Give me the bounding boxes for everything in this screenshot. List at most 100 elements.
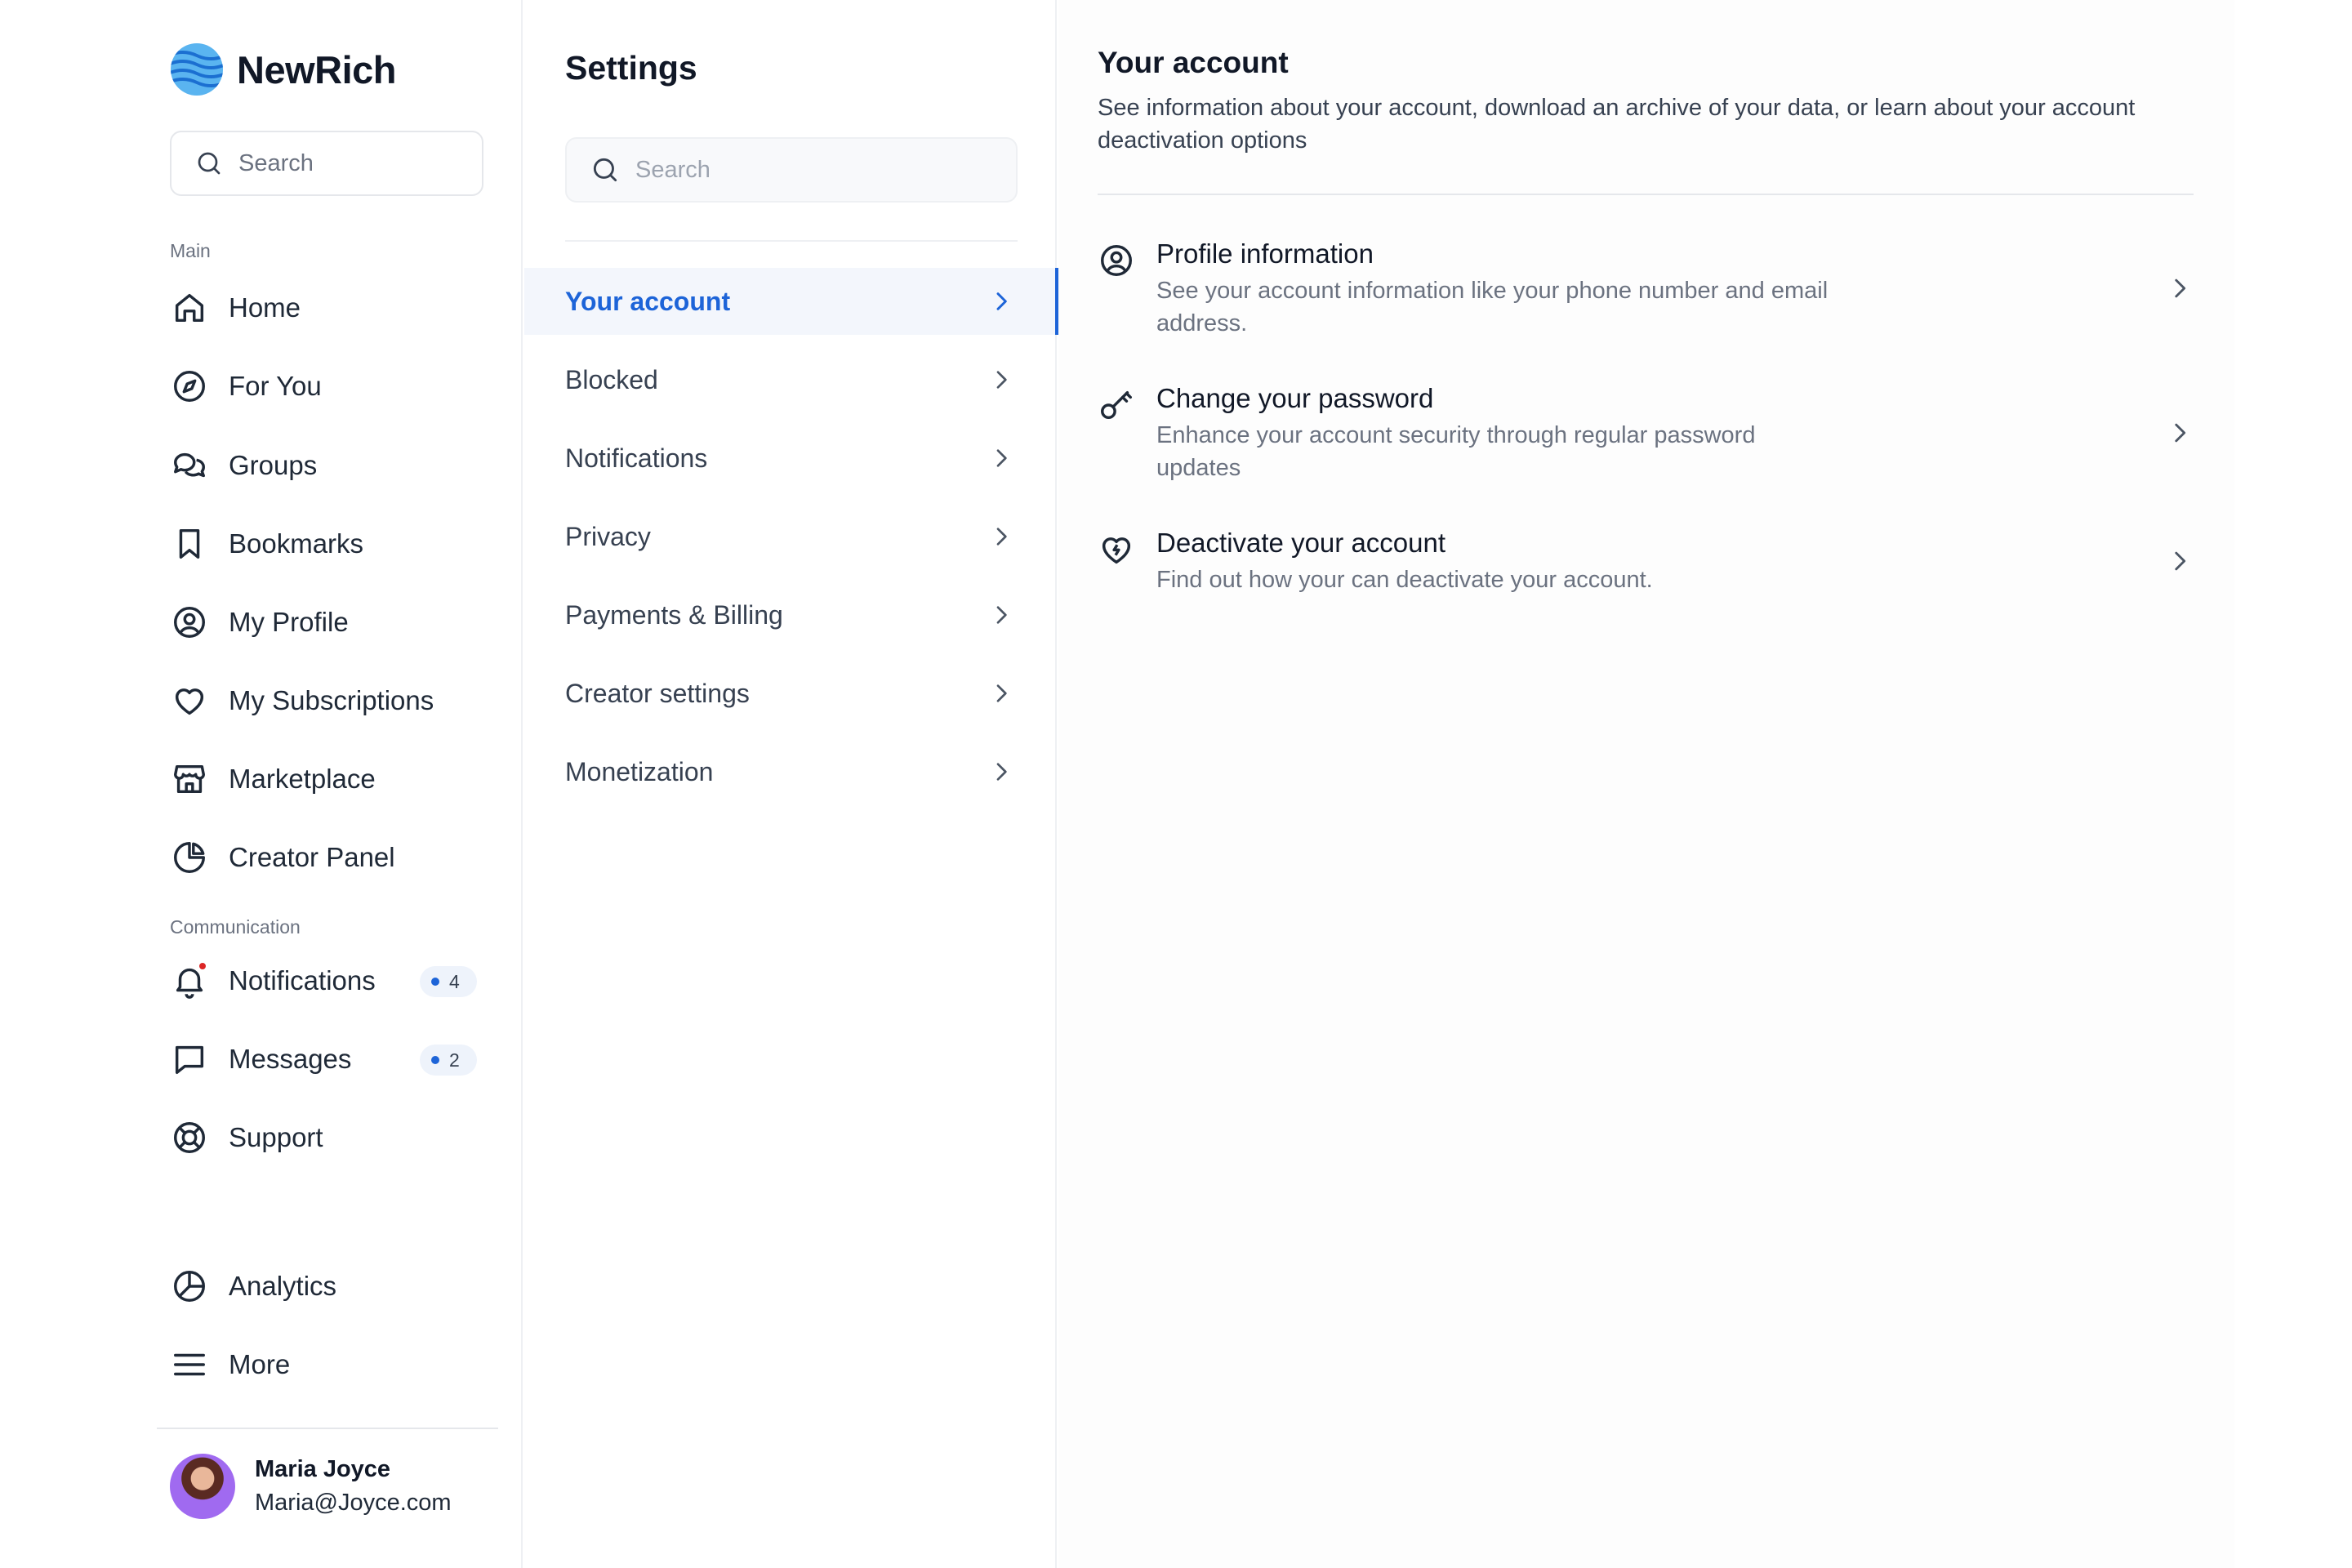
chevron-right-icon <box>996 763 1007 781</box>
section-title: Your account <box>1098 46 1289 79</box>
user-profile-card[interactable]: Maria Joyce Maria@Joyce.com <box>170 1454 452 1519</box>
sidebar-item-label: My Profile <box>229 607 349 637</box>
section-label-main: Main <box>170 240 211 261</box>
notifications-count-badge: 4 <box>420 966 477 997</box>
broken-heart-icon <box>1098 531 1137 570</box>
menu-icon <box>170 1345 209 1384</box>
section-description: See information about your account, down… <box>1098 95 2136 154</box>
sidebar-item-label: Analytics <box>229 1271 337 1301</box>
app-window: NewRich Main Home For You Groups <box>0 0 2352 1568</box>
sidebar-search[interactable] <box>170 131 483 196</box>
sidebar-divider <box>157 1428 498 1429</box>
settings-item-payments-billing[interactable]: Payments & Billing <box>524 581 1057 648</box>
account-row-deactivate-account[interactable]: Deactivate your account Find out how you… <box>1098 528 2194 596</box>
sidebar-item-label: Support <box>229 1122 323 1152</box>
sidebar-item-label: My Subscriptions <box>229 685 434 715</box>
sidebar-item-groups[interactable]: Groups <box>170 439 483 492</box>
sidebar-item-my-profile[interactable]: My Profile <box>170 595 483 649</box>
home-icon <box>170 288 209 327</box>
settings-item-creator-settings[interactable]: Creator settings <box>524 660 1057 727</box>
brand[interactable]: NewRich <box>170 42 397 96</box>
sidebar-item-for-you[interactable]: For You <box>170 359 483 413</box>
settings-search-input[interactable] <box>635 156 995 184</box>
bookmark-icon <box>170 524 209 564</box>
settings-item-label: Monetization <box>565 756 714 786</box>
sidebar-search-input[interactable] <box>238 149 483 177</box>
page-title: Settings <box>565 49 697 87</box>
heart-icon <box>170 681 209 720</box>
sidebar-item-notifications[interactable]: Notifications 4 <box>170 954 483 1008</box>
settings-item-label: Blocked <box>565 364 658 394</box>
analytics-icon <box>170 1267 209 1306</box>
account-row-change-password[interactable]: Change your password Enhance your accoun… <box>1098 383 2194 481</box>
sidebar-item-label: For You <box>229 371 322 401</box>
sidebar-item-label: Notifications <box>229 965 376 996</box>
chevron-right-icon <box>2175 423 2186 443</box>
brand-logo-icon <box>171 43 223 96</box>
sidebar-item-more[interactable]: More <box>170 1338 483 1392</box>
compass-icon <box>170 367 209 406</box>
pie-chart-icon <box>170 838 209 877</box>
settings-item-blocked[interactable]: Blocked <box>524 346 1057 413</box>
chevron-right-icon <box>996 684 1007 702</box>
sidebar-item-home[interactable]: Home <box>170 281 483 335</box>
messages-count-badge: 2 <box>420 1045 477 1076</box>
settings-item-privacy[interactable]: Privacy <box>524 503 1057 570</box>
settings-divider <box>565 240 1018 242</box>
user-name: Maria Joyce <box>255 1456 391 1482</box>
chevron-right-icon <box>996 528 1007 546</box>
chevron-right-icon <box>996 371 1007 389</box>
sidebar-item-support[interactable]: Support <box>170 1111 483 1165</box>
account-row-description: Find out how your can deactivate your ac… <box>1156 567 1653 593</box>
account-row-profile-information[interactable]: Profile information See your account inf… <box>1098 238 2194 336</box>
user-circle-icon <box>1098 242 1137 281</box>
bell-icon <box>170 961 209 1000</box>
settings-search[interactable] <box>565 137 1018 203</box>
section-label-communication: Communication <box>170 916 301 938</box>
unread-dot <box>198 961 207 971</box>
sidebar-item-creator-panel[interactable]: Creator Panel <box>170 831 483 884</box>
key-icon <box>1098 386 1137 425</box>
user-email: Maria@Joyce.com <box>255 1490 452 1516</box>
account-row-title: Profile information <box>1156 238 1374 269</box>
settings-item-monetization[interactable]: Monetization <box>524 738 1057 805</box>
lifebuoy-icon <box>170 1118 209 1157</box>
message-icon <box>170 1040 209 1079</box>
settings-item-label: Your account <box>565 286 731 316</box>
settings-item-your-account[interactable]: Your account <box>524 268 1058 335</box>
chat-bubbles-icon <box>170 446 209 485</box>
account-row-title: Deactivate your account <box>1156 528 1446 558</box>
settings-item-notifications[interactable]: Notifications <box>524 425 1057 492</box>
sidebar-item-bookmarks[interactable]: Bookmarks <box>170 517 483 571</box>
account-row-description: See your account information like your p… <box>1156 278 1829 336</box>
account-content: Your account See information about your … <box>1058 0 2234 1568</box>
sidebar-item-label: Groups <box>229 450 318 480</box>
search-icon <box>593 158 617 182</box>
sidebar-item-my-subscriptions[interactable]: My Subscriptions <box>170 674 483 728</box>
sidebar-item-messages[interactable]: Messages 2 <box>170 1032 483 1086</box>
settings-item-label: Notifications <box>565 443 708 473</box>
chevron-right-icon <box>996 449 1007 467</box>
search-icon <box>198 152 220 175</box>
chevron-right-icon <box>2175 278 2186 298</box>
sidebar-item-label: Marketplace <box>229 764 376 794</box>
sidebar-item-label: Home <box>229 292 301 323</box>
settings-item-label: Creator settings <box>565 678 750 708</box>
sidebar-item-label: Bookmarks <box>229 528 364 559</box>
account-row-title: Change your password <box>1156 383 1434 413</box>
sidebar-item-label: More <box>229 1349 291 1379</box>
chevron-right-icon <box>996 606 1007 624</box>
user-circle-icon <box>170 603 209 642</box>
store-icon <box>170 760 209 799</box>
avatar <box>170 1454 235 1519</box>
chevron-right-icon <box>2175 551 2186 571</box>
settings-item-label: Privacy <box>565 521 651 551</box>
chevron-right-icon <box>996 292 1007 310</box>
settings-item-label: Payments & Billing <box>565 599 783 630</box>
sidebar-item-label: Messages <box>229 1044 352 1074</box>
sidebar: NewRich Main Home For You Groups <box>0 0 523 1568</box>
sidebar-item-marketplace[interactable]: Marketplace <box>170 752 483 806</box>
settings-panel: Settings Your account Blocked Notificati… <box>524 0 1058 1568</box>
sidebar-item-analytics[interactable]: Analytics <box>170 1259 483 1313</box>
sidebar-item-label: Creator Panel <box>229 842 395 872</box>
